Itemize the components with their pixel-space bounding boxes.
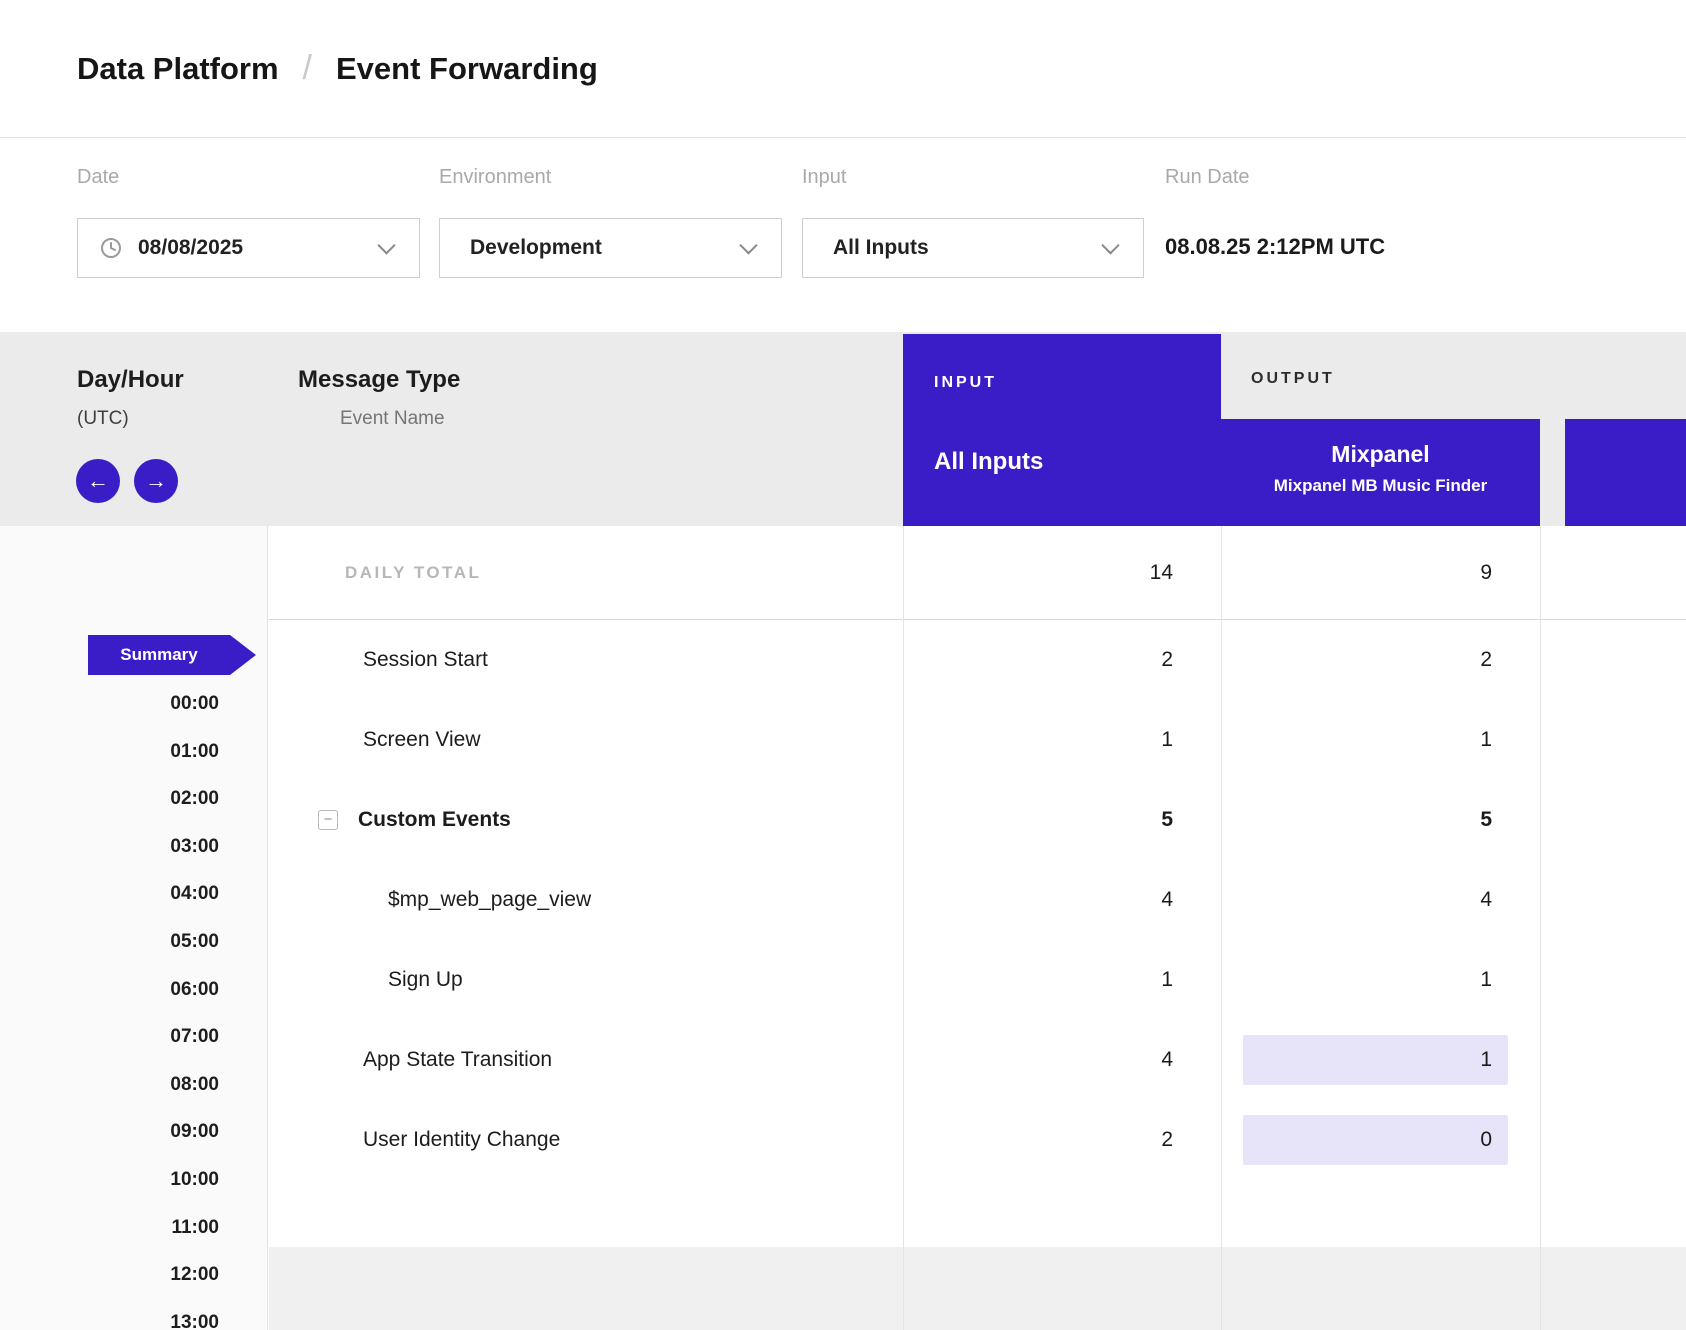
row-label: $mp_web_page_view — [388, 888, 591, 912]
input-count-cell: 4 — [903, 860, 1221, 940]
summary-tab[interactable]: Summary — [88, 635, 256, 675]
arrow-left-icon: ← — [87, 468, 109, 493]
day-hour-subtitle: (UTC) — [77, 408, 129, 430]
output-column-subtitle: Mixpanel MB Music Finder — [1221, 476, 1540, 496]
chevron-down-icon — [739, 236, 757, 254]
table-row: Screen View 1 1 — [269, 700, 1686, 780]
event-rows: Session Start 2 2 Screen View 1 1 − Cust… — [269, 620, 1686, 1247]
input-count-cell: 2 — [903, 1100, 1221, 1180]
column-divider — [1540, 526, 1541, 1330]
hour-item[interactable]: 10:00 — [0, 1156, 267, 1204]
breadcrumb: Data Platform / Event Forwarding — [0, 0, 1686, 138]
next-day-button[interactable]: → — [134, 459, 178, 503]
environment-dropdown[interactable]: Development — [439, 218, 782, 278]
table-row: Sign Up 1 1 — [269, 940, 1686, 1020]
breadcrumb-section[interactable]: Data Platform — [77, 51, 279, 87]
environment-value: Development — [470, 219, 602, 277]
output-column-header[interactable]: Mixpanel Mixpanel MB Music Finder — [1221, 419, 1540, 526]
next-output-column-partial[interactable] — [1565, 419, 1686, 526]
day-hour-title: Day/Hour — [77, 366, 184, 394]
output-count-cell: 0 — [1221, 1100, 1540, 1180]
daily-total-label: DAILY TOTAL — [345, 563, 481, 583]
column-divider — [1221, 526, 1222, 1330]
row-label: Sign Up — [388, 968, 463, 992]
output-count-cell: 1 — [1221, 1020, 1540, 1100]
output-count-cell: 2 — [1221, 620, 1540, 700]
hour-item[interactable]: 12:00 — [0, 1251, 267, 1299]
filter-bar: Date 08/08/2025 Environment Development … — [0, 138, 1686, 332]
breadcrumb-separator: / — [303, 49, 312, 88]
clock-icon — [100, 237, 122, 259]
hours-list: 00:00 01:00 02:00 03:00 04:00 05:00 06:0… — [0, 680, 267, 1330]
output-eyebrow: OUTPUT — [1251, 370, 1335, 388]
grid-main: DAILY TOTAL 14 9 Session Start 2 2 Scree… — [269, 526, 1686, 1330]
row-label: Screen View — [363, 728, 481, 752]
date-filter-label: Date — [77, 166, 119, 189]
grid-body: Summary 00:00 01:00 02:00 03:00 04:00 05… — [0, 526, 1686, 1330]
chevron-down-icon — [1101, 236, 1119, 254]
hour-item[interactable]: 13:00 — [0, 1299, 267, 1330]
previous-day-button[interactable]: ← — [76, 459, 120, 503]
table-row: $mp_web_page_view 4 4 — [269, 860, 1686, 940]
hour-item[interactable]: 04:00 — [0, 870, 267, 918]
input-count-cell: 2 — [903, 620, 1221, 700]
row-label: User Identity Change — [363, 1128, 560, 1152]
environment-filter-label: Environment — [439, 166, 551, 189]
message-type-title: Message Type — [298, 366, 460, 394]
daily-total-input-cell: 14 — [903, 526, 1221, 619]
input-column-header[interactable]: INPUT All Inputs — [903, 334, 1221, 526]
input-value: All Inputs — [833, 219, 929, 277]
event-name-subtitle: Event Name — [340, 408, 445, 430]
run-date-label: Run Date — [1165, 166, 1250, 189]
collapse-icon[interactable]: − — [318, 810, 338, 830]
arrow-right-icon: → — [145, 468, 167, 493]
hour-item[interactable]: 02:00 — [0, 775, 267, 823]
input-dropdown[interactable]: All Inputs — [802, 218, 1144, 278]
row-label: Session Start — [363, 648, 488, 672]
input-filter-label: Input — [802, 166, 846, 189]
date-dropdown[interactable]: 08/08/2025 — [77, 218, 420, 278]
hour-item[interactable]: 05:00 — [0, 918, 267, 966]
event-forwarding-page: Data Platform / Event Forwarding Date 08… — [0, 0, 1686, 1330]
input-eyebrow: INPUT — [934, 374, 997, 392]
chevron-down-icon — [377, 236, 395, 254]
input-count-cell: 1 — [903, 700, 1221, 780]
hour-item[interactable]: 06:00 — [0, 966, 267, 1014]
grid-header: Day/Hour (UTC) ← → Message Type Event Na… — [0, 332, 1686, 526]
input-count-cell: 4 — [903, 1020, 1221, 1100]
daily-total-row: DAILY TOTAL 14 9 — [269, 526, 1686, 620]
highlighted-count-cell[interactable]: 1 — [1243, 1035, 1508, 1085]
output-count-cell: 1 — [1221, 700, 1540, 780]
input-count-cell: 1 — [903, 940, 1221, 1020]
hour-item[interactable]: 01:00 — [0, 728, 267, 776]
row-label: App State Transition — [363, 1048, 552, 1072]
hour-item[interactable]: 00:00 — [0, 680, 267, 728]
row-label: Custom Events — [358, 808, 511, 832]
day-hour-sidebar: Summary 00:00 01:00 02:00 03:00 04:00 05… — [0, 526, 268, 1330]
table-row: − Custom Events 5 5 — [269, 780, 1686, 860]
output-count-cell: 4 — [1221, 860, 1540, 940]
hour-item[interactable]: 03:00 — [0, 823, 267, 871]
run-date-value: 08.08.25 2:12PM UTC — [1165, 234, 1385, 260]
output-column-name: Mixpanel — [1221, 441, 1540, 468]
output-count-cell: 5 — [1221, 780, 1540, 860]
input-column-name: All Inputs — [934, 448, 1043, 476]
date-value: 08/08/2025 — [138, 219, 243, 277]
table-row: App State Transition 4 1 — [269, 1020, 1686, 1100]
output-count-cell: 1 — [1221, 940, 1540, 1020]
empty-grid-area — [269, 1247, 1686, 1330]
input-count-cell: 5 — [903, 780, 1221, 860]
daily-total-output-cell: 9 — [1221, 526, 1540, 619]
table-row: User Identity Change 2 0 — [269, 1100, 1686, 1180]
highlighted-count-cell[interactable]: 0 — [1243, 1115, 1508, 1165]
page-title: Event Forwarding — [336, 51, 598, 87]
hour-item[interactable]: 07:00 — [0, 1013, 267, 1061]
column-divider — [903, 526, 904, 1330]
hour-item[interactable]: 11:00 — [0, 1204, 267, 1252]
hour-item[interactable]: 09:00 — [0, 1108, 267, 1156]
table-row: Session Start 2 2 — [269, 620, 1686, 700]
hour-item[interactable]: 08:00 — [0, 1061, 267, 1109]
